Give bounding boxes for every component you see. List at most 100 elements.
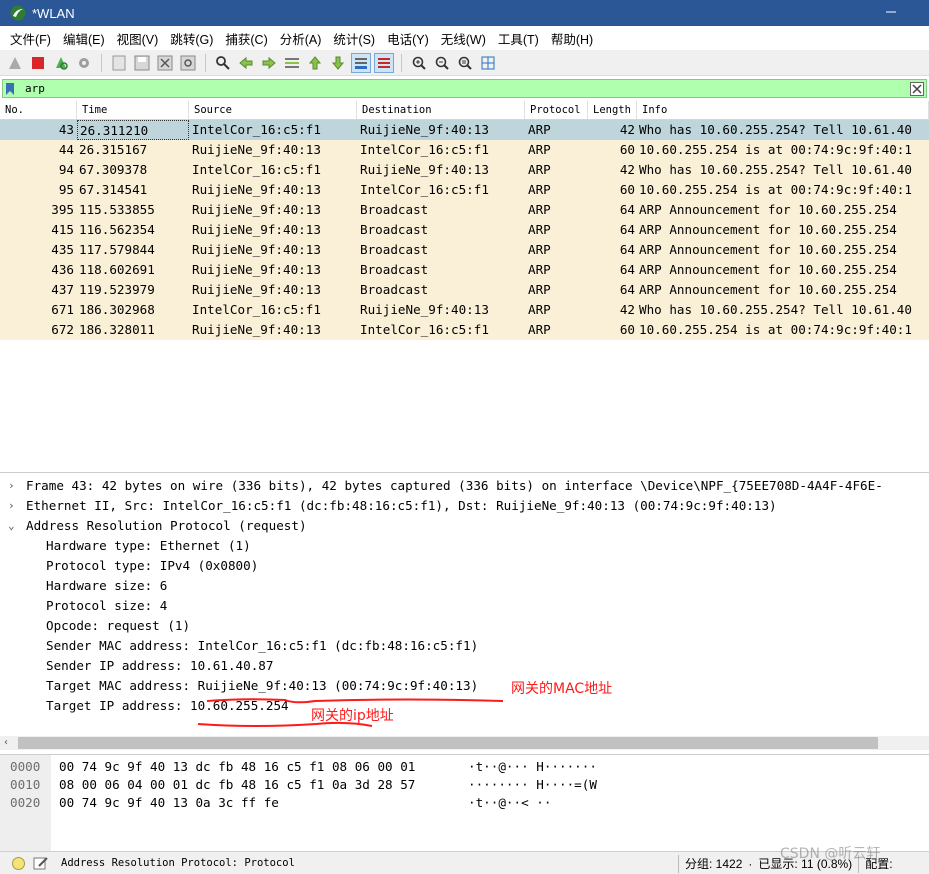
menu-capture[interactable]: 捕获(C) (221, 29, 275, 48)
column-header-time[interactable]: Time (77, 101, 189, 119)
menu-view[interactable]: 视图(V) (113, 29, 167, 48)
close-file-button[interactable] (155, 53, 175, 73)
zoom-in-icon (412, 56, 426, 70)
column-header-destination[interactable]: Destination (357, 101, 525, 119)
tree-item-frame[interactable]: › Frame 43: 42 bytes on wire (336 bits),… (0, 476, 929, 496)
scroll-left-icon[interactable]: ‹ (4, 736, 8, 750)
column-header-source[interactable]: Source (189, 101, 357, 119)
packet-row[interactable]: 395 115.533855 RuijieNe_9f:40:13 Broadca… (0, 200, 929, 220)
tree-item-protocol-size[interactable]: Protocol size: 4 (0, 596, 929, 616)
zoom-in-button[interactable] (409, 53, 429, 73)
zoom-normal-button[interactable] (455, 53, 475, 73)
menu-telephony[interactable]: 电话(Y) (383, 29, 437, 48)
tree-item-sender-mac[interactable]: Sender MAC address: IntelCor_16:c5:f1 (d… (0, 636, 929, 656)
cell-protocol: ARP (528, 302, 551, 317)
packet-row[interactable]: 437 119.523979 RuijieNe_9f:40:13 Broadca… (0, 280, 929, 300)
wireshark-logo-icon (10, 5, 26, 21)
packet-row[interactable]: 671 186.302968 IntelCor_16:c5:f1 RuijieN… (0, 300, 929, 320)
menu-analyze[interactable]: 分析(A) (276, 29, 330, 48)
menu-help[interactable]: 帮助(H) (547, 29, 601, 48)
menu-wireless[interactable]: 无线(W) (437, 29, 494, 48)
save-file-button[interactable] (132, 53, 152, 73)
last-packet-button[interactable] (328, 53, 348, 73)
tree-item-arp[interactable]: ⌄ Address Resolution Protocol (request) (0, 516, 929, 536)
arrow-down-icon (331, 56, 345, 70)
tree-item-hardware-type[interactable]: Hardware type: Ethernet (1) (0, 536, 929, 556)
column-header-info[interactable]: Info (637, 101, 929, 119)
cell-info: ARP Announcement for 10.60.255.254 (639, 242, 897, 257)
file-icon (112, 55, 126, 70)
restart-capture-button[interactable] (51, 53, 71, 73)
packet-details: › Frame 43: 42 bytes on wire (336 bits),… (0, 476, 929, 736)
tree-item-opcode[interactable]: Opcode: request (1) (0, 616, 929, 636)
cell-source: RuijieNe_9f:40:13 (192, 242, 321, 257)
capture-options-button[interactable] (74, 53, 94, 73)
cell-no: 44 (58, 142, 74, 157)
chevron-right-icon[interactable]: › (8, 476, 20, 496)
packet-row[interactable]: 95 67.314541 RuijieNe_9f:40:13 IntelCor_… (0, 180, 929, 200)
packet-row[interactable]: 436 118.602691 RuijieNe_9f:40:13 Broadca… (0, 260, 929, 280)
go-back-button[interactable] (236, 53, 256, 73)
cell-destination: Broadcast (360, 282, 429, 297)
toolbar-separator (205, 53, 206, 72)
minimize-icon[interactable] (883, 4, 899, 20)
packet-row[interactable]: 435 117.579844 RuijieNe_9f:40:13 Broadca… (0, 240, 929, 260)
packet-row[interactable]: 672 186.328011 RuijieNe_9f:40:13 IntelCo… (0, 320, 929, 340)
cell-source: IntelCor_16:c5:f1 (192, 302, 321, 317)
tree-item-hardware-size[interactable]: Hardware size: 6 (0, 576, 929, 596)
cell-no: 415 (51, 222, 74, 237)
tree-item-sender-ip[interactable]: Sender IP address: 10.61.40.87 (0, 656, 929, 676)
menu-edit[interactable]: 编辑(E) (59, 29, 113, 48)
stop-capture-button[interactable] (28, 53, 48, 73)
horizontal-scrollbar[interactable]: ‹ (0, 736, 929, 750)
packet-row[interactable]: 44 26.315167 RuijieNe_9f:40:13 IntelCor_… (0, 140, 929, 160)
chevron-down-icon[interactable]: ⌄ (8, 516, 20, 536)
cell-length: 64 (619, 262, 635, 277)
menu-statistics[interactable]: 统计(S) (329, 29, 383, 48)
cell-protocol: ARP (528, 142, 551, 157)
display-filter-input[interactable] (17, 80, 909, 97)
expert-info-icon[interactable] (12, 856, 25, 870)
column-header-length[interactable]: Length (588, 101, 637, 119)
cell-length: 42 (619, 122, 635, 137)
colorize-button[interactable] (374, 52, 394, 73)
close-icon (910, 81, 924, 96)
bytes-offset: 0010 (10, 777, 41, 792)
reload-file-button[interactable] (178, 53, 198, 73)
open-file-button[interactable] (109, 53, 129, 73)
clear-filter-button[interactable] (909, 81, 925, 97)
bytes-hex: 00 74 9c 9f 40 13 0a 3c ff fe (59, 795, 279, 810)
column-header-no[interactable]: No. (0, 101, 77, 119)
colorize-icon (378, 57, 390, 68)
cell-destination: IntelCor_16:c5:f1 (360, 322, 489, 337)
tree-item-target-mac[interactable]: Target MAC address: RuijieNe_9f:40:13 (0… (0, 676, 929, 696)
go-to-packet-button[interactable] (282, 53, 302, 73)
annotation-gateway-ip: 网关的ip地址 (311, 708, 394, 724)
cell-no: 95 (58, 182, 74, 197)
packet-row[interactable]: 94 67.309378 IntelCor_16:c5:f1 RuijieNe_… (0, 160, 929, 180)
menu-file[interactable]: 文件(F) (6, 29, 59, 48)
first-packet-button[interactable] (305, 53, 325, 73)
cell-length: 64 (619, 242, 635, 257)
cell-source: RuijieNe_9f:40:13 (192, 142, 321, 157)
tree-item-ethernet[interactable]: › Ethernet II, Src: IntelCor_16:c5:f1 (d… (0, 496, 929, 516)
chevron-right-icon[interactable]: › (8, 496, 20, 516)
packet-row[interactable]: 415 116.562354 RuijieNe_9f:40:13 Broadca… (0, 220, 929, 240)
go-forward-button[interactable] (259, 53, 279, 73)
edit-comment-icon[interactable] (33, 856, 49, 870)
scrollbar-thumb[interactable] (18, 737, 878, 749)
filter-bookmark-button[interactable] (3, 80, 17, 97)
menu-tools[interactable]: 工具(T) (494, 29, 547, 48)
packet-row[interactable]: 43 26.311210 IntelCor_16:c5:f1 RuijieNe_… (0, 120, 929, 140)
cell-time: 186.302968 (79, 302, 155, 317)
cell-time: 67.309378 (79, 162, 148, 177)
find-packet-button[interactable] (213, 53, 233, 73)
cell-time: 186.328011 (79, 322, 155, 337)
resize-columns-button[interactable] (478, 53, 498, 73)
autoscroll-button[interactable] (351, 52, 371, 73)
start-capture-button[interactable] (5, 53, 25, 73)
zoom-out-button[interactable] (432, 53, 452, 73)
column-header-protocol[interactable]: Protocol (525, 101, 588, 119)
tree-item-protocol-type[interactable]: Protocol type: IPv4 (0x0800) (0, 556, 929, 576)
menu-go[interactable]: 跳转(G) (166, 29, 221, 48)
